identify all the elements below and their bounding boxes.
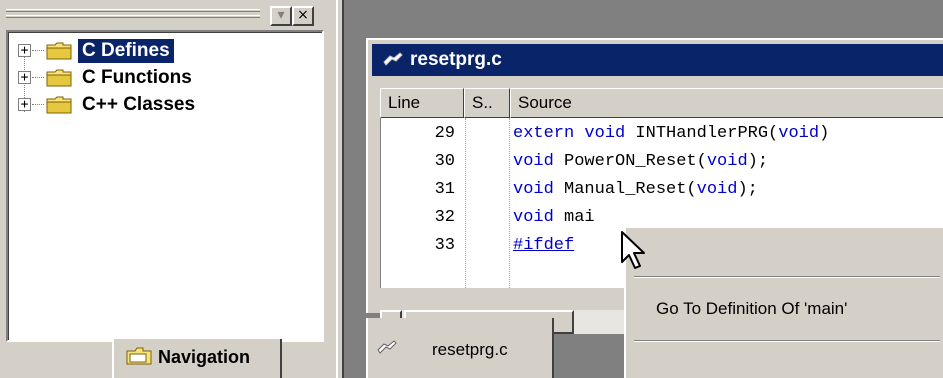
tree-connector: [32, 77, 44, 78]
expand-icon[interactable]: +: [18, 44, 31, 57]
line-number: 29: [434, 124, 455, 143]
tree-item-c-functions[interactable]: + C Functions: [8, 63, 308, 91]
code-token: mai: [564, 208, 595, 227]
code-token: PowerON_Reset(: [564, 152, 707, 171]
folder-icon: [46, 42, 72, 60]
source-file-icon: [377, 340, 397, 354]
editor-title-bar[interactable]: resetprg.c: [372, 44, 943, 76]
expand-icon[interactable]: +: [18, 98, 31, 111]
tree-connector: [32, 50, 44, 51]
code-token: ): [819, 124, 830, 143]
close-icon: ×: [297, 7, 309, 23]
source-file-icon: [383, 52, 403, 66]
tab-label: Navigation: [158, 347, 251, 367]
code-token: );: [737, 180, 758, 199]
code-text: #ifdef: [513, 236, 574, 255]
navigation-pane: ▾ × + C Defines + C Functions + C++ Clas…: [0, 0, 336, 378]
tree-item-label: C Functions: [82, 67, 192, 88]
code-token: void: [513, 180, 565, 199]
tab-resetprg[interactable]: resetprg.c: [366, 318, 554, 378]
column-status[interactable]: S..: [464, 88, 510, 118]
navigation-tree[interactable]: + C Defines + C Functions + C++ Classes: [6, 30, 324, 342]
pane-grip[interactable]: [6, 15, 260, 18]
tree-item-label: C++ Classes: [82, 94, 196, 115]
column-source[interactable]: Source: [510, 88, 943, 118]
pane-close-button[interactable]: ×: [292, 6, 314, 26]
code-token: #ifdef: [513, 236, 575, 255]
line-number: 32: [434, 208, 455, 227]
code-line[interactable]: 31 void Manual_Reset(void);: [381, 176, 943, 204]
code-token: void: [513, 208, 565, 227]
code-token: Manual_Reset(: [564, 180, 697, 199]
code-token: void: [513, 152, 565, 171]
code-token: extern void: [513, 124, 636, 143]
menu-separator: [634, 340, 940, 342]
code-line[interactable]: 29 extern void INTHandlerPRG(void): [381, 120, 943, 148]
tree-connector: [32, 104, 44, 105]
code-line[interactable]: 30 void PowerON_Reset(void);: [381, 148, 943, 176]
folder-tab-icon: [126, 347, 152, 365]
line-number: 33: [434, 236, 455, 255]
tab-navigation[interactable]: Navigation: [112, 339, 282, 378]
line-number: 31: [434, 180, 455, 199]
code-token: );: [747, 152, 769, 171]
expand-icon[interactable]: +: [18, 71, 31, 84]
folder-icon: [46, 69, 72, 87]
menu-item-go-to-definition[interactable]: Go To Definition Of 'main': [630, 294, 940, 324]
pane-grip[interactable]: [6, 9, 260, 12]
tree-item-label: C Defines: [78, 39, 174, 63]
tree-item-c-defines[interactable]: + C Defines: [8, 36, 308, 64]
code-text: void PowerON_Reset(void);: [513, 152, 768, 171]
editor-title: resetprg.c: [410, 49, 502, 70]
tab-label: resetprg.c: [432, 340, 508, 359]
folder-icon: [46, 96, 72, 114]
menu-separator: [634, 276, 940, 278]
chevron-down-icon: ▾: [277, 7, 285, 23]
tree-item-cpp-classes[interactable]: + C++ Classes: [8, 90, 308, 118]
code-token: void: [696, 180, 738, 199]
code-token: void: [706, 152, 748, 171]
column-line[interactable]: Line: [380, 88, 464, 118]
code-text: void mai: [513, 208, 595, 227]
code-token: void: [778, 124, 820, 143]
code-text: void Manual_Reset(void);: [513, 180, 758, 199]
column-header: Line S.. Source: [380, 88, 943, 118]
pane-dropdown-button[interactable]: ▾: [270, 6, 292, 26]
line-number: 30: [434, 152, 455, 171]
context-menu: Go To Definition Of 'main': [624, 226, 943, 378]
code-token: INTHandlerPRG(: [635, 124, 779, 143]
mouse-pointer-icon: [621, 231, 645, 269]
code-text: extern void INTHandlerPRG(void): [513, 124, 829, 143]
